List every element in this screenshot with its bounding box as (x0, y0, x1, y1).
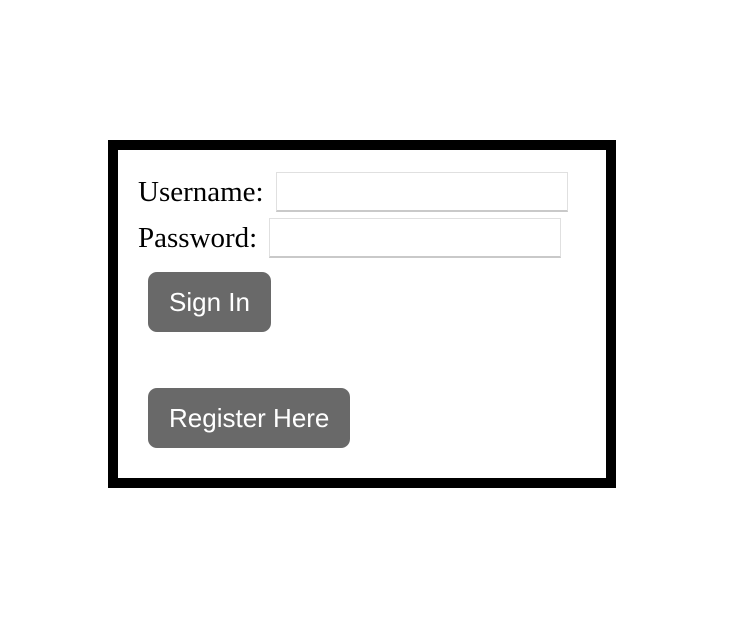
username-input[interactable] (275, 172, 568, 212)
username-row: Username: (138, 172, 568, 212)
sign-in-button[interactable]: Sign In (148, 272, 271, 332)
login-form: Username: Password: Sign In Register Her… (108, 140, 616, 488)
password-label: Password: (138, 222, 258, 254)
username-label: Username: (138, 176, 264, 208)
password-input[interactable] (269, 218, 562, 258)
password-row: Password: (138, 218, 562, 258)
register-button[interactable]: Register Here (148, 388, 351, 448)
